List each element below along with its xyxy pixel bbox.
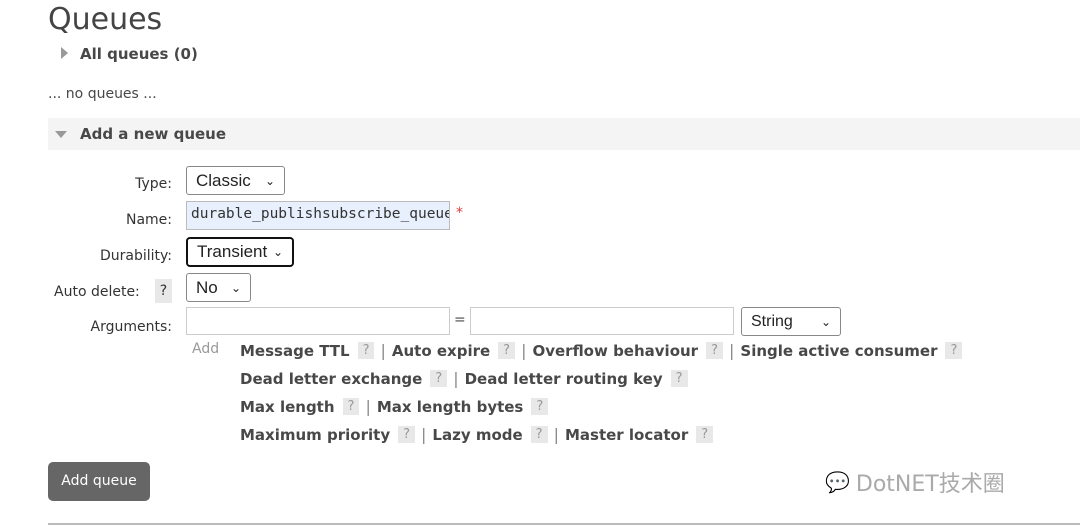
help-button[interactable]: ?: [398, 426, 416, 443]
equals-sign: =: [454, 312, 466, 328]
chevron-down-icon: ⌄: [264, 173, 275, 188]
all-queues-toggle[interactable]: All queues (0): [80, 45, 198, 63]
bottom-divider: [48, 523, 1080, 525]
type-select[interactable]: Classic ⌄: [186, 166, 285, 195]
argument-type-value: String: [751, 312, 793, 330]
argument-link[interactable]: Single active consumer: [740, 342, 937, 360]
chevron-down-icon: ⌄: [230, 280, 241, 295]
add-argument-label: Add: [192, 341, 220, 357]
auto-delete-help[interactable]: ?: [155, 279, 172, 303]
argument-link[interactable]: Auto expire: [392, 342, 490, 360]
separator: |: [365, 397, 371, 416]
argument-links-row: Maximum priority? | Lazy mode? | Master loca…: [240, 425, 717, 444]
argument-value-input[interactable]: [470, 307, 734, 335]
separator: |: [553, 425, 559, 444]
page-title: Queues: [48, 2, 163, 37]
help-button[interactable]: ?: [342, 398, 360, 415]
separator: |: [380, 341, 386, 360]
arguments-label: Arguments:: [90, 319, 172, 335]
help-button[interactable]: ?: [530, 426, 548, 443]
separator: |: [453, 369, 459, 388]
chevron-down-icon: ⌄: [272, 245, 283, 259]
required-mark: *: [456, 205, 463, 221]
add-queue-button[interactable]: Add queue: [48, 462, 150, 501]
name-input[interactable]: durable_publishsubscribe_queue: [186, 201, 450, 230]
argument-type-select[interactable]: String ⌄: [741, 307, 841, 336]
separator: |: [421, 425, 427, 444]
separator: |: [729, 341, 735, 360]
argument-link[interactable]: Overflow behaviour: [532, 342, 698, 360]
add-queue-section-title[interactable]: Add a new queue: [80, 125, 226, 143]
help-button[interactable]: ?: [670, 370, 688, 387]
durability-select[interactable]: Transient ⌄: [186, 237, 294, 267]
help-button[interactable]: ?: [696, 426, 714, 443]
argument-links-row: Max length? | Max length bytes?: [240, 397, 552, 416]
argument-link[interactable]: Max length: [240, 398, 335, 416]
separator: |: [521, 341, 527, 360]
help-button[interactable]: ?: [430, 370, 448, 387]
help-button[interactable]: ?: [945, 342, 963, 359]
argument-link[interactable]: Master locator: [565, 426, 688, 444]
auto-delete-label: Auto delete:: [54, 284, 140, 300]
expand-triangle-icon[interactable]: [61, 47, 68, 59]
argument-link[interactable]: Dead letter routing key: [465, 370, 663, 388]
argument-key-input[interactable]: [186, 307, 450, 335]
argument-link[interactable]: Message TTL: [240, 342, 350, 360]
help-button[interactable]: ?: [706, 342, 723, 359]
argument-link[interactable]: Lazy mode: [432, 426, 522, 444]
argument-link[interactable]: Max length bytes: [377, 398, 524, 416]
argument-link[interactable]: Dead letter exchange: [240, 370, 422, 388]
watermark-text: DotNET技术圈: [855, 472, 1005, 497]
type-label: Type:: [135, 176, 172, 192]
durability-value: Transient: [197, 242, 268, 261]
type-value: Classic: [196, 170, 251, 190]
watermark: 💬 DotNET技术圈: [825, 466, 1005, 498]
chevron-down-icon: ⌄: [820, 314, 831, 329]
help-button[interactable]: ?: [531, 398, 549, 415]
auto-delete-select[interactable]: No ⌄: [186, 273, 251, 302]
help-button[interactable]: ?: [357, 342, 375, 359]
no-queues-text: ... no queues ...: [48, 86, 157, 102]
argument-links-row: Dead letter exchange? | Dead letter routin…: [240, 369, 692, 388]
wechat-icon: 💬: [825, 470, 850, 494]
auto-delete-value: No: [196, 277, 218, 297]
argument-link[interactable]: Maximum priority: [240, 426, 390, 444]
help-button[interactable]: ?: [498, 342, 516, 359]
durability-label: Durability:: [99, 248, 172, 264]
collapse-triangle-icon[interactable]: [55, 131, 67, 138]
argument-links-row: Message TTL? | Auto expire? | Overflow behav…: [240, 341, 966, 360]
name-label: Name:: [125, 212, 172, 228]
